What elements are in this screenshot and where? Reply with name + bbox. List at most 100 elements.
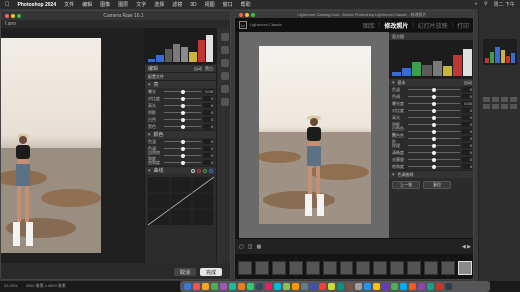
filmstrip-nav-icon[interactable]: ◀ ▶ — [462, 244, 471, 250]
lr-auto-button[interactable]: 自动 — [464, 80, 472, 86]
lr-slider-track[interactable] — [408, 143, 460, 148]
adjust-icon[interactable] — [492, 104, 499, 109]
dock-app-icon[interactable] — [211, 283, 218, 290]
compare-view-icon[interactable]: ◫ — [248, 244, 253, 250]
filmstrip-thumbnail[interactable] — [271, 260, 286, 275]
acr-basic-slider-knob[interactable] — [180, 110, 185, 115]
menu-type[interactable]: 文字 — [136, 1, 146, 8]
acr-basic-slider-knob[interactable] — [180, 124, 185, 129]
menu-3d[interactable]: 3D — [190, 2, 196, 8]
acr-basic-slider-track[interactable] — [164, 96, 201, 101]
curve-section-header[interactable]: ▾ 曲线 — [145, 166, 216, 174]
menu-window[interactable]: 窗口 — [223, 1, 233, 8]
adjust-icon[interactable] — [483, 97, 490, 102]
lr-slider-knob[interactable] — [432, 115, 436, 120]
acr-color-slider-track[interactable] — [164, 160, 201, 165]
menu-file[interactable]: 文件 — [64, 1, 74, 8]
dock-app-icon[interactable] — [319, 283, 326, 290]
lr-slider-track[interactable] — [408, 94, 460, 99]
menu-filter[interactable]: 滤镜 — [172, 1, 182, 8]
dock-app-icon[interactable] — [193, 283, 200, 290]
dock-app-icon[interactable] — [301, 283, 308, 290]
acr-color-slider-value[interactable]: 0 — [203, 146, 213, 151]
dock-app-icon[interactable] — [265, 283, 272, 290]
acr-basic-slider-track[interactable] — [164, 124, 201, 129]
adjust-icon[interactable] — [492, 97, 499, 102]
adjust-icon[interactable] — [510, 104, 517, 109]
dock-app-icon[interactable] — [256, 283, 263, 290]
acr-basic-slider-row[interactable]: 白色 0 — [145, 116, 216, 123]
adjust-icon[interactable] — [510, 97, 517, 102]
filmstrip-thumbnail[interactable] — [238, 260, 252, 275]
lr-slider-knob[interactable] — [432, 150, 436, 155]
dock-app-icon[interactable] — [328, 283, 335, 290]
menu-view[interactable]: 视图 — [205, 1, 215, 8]
lr-basic-header[interactable]: ▾ 基本 自动 — [389, 78, 473, 86]
menu-select[interactable]: 选择 — [154, 1, 164, 8]
acr-basic-slider-row[interactable]: 对比度 0 — [145, 95, 216, 102]
dock-app-icon[interactable] — [238, 283, 245, 290]
adjust-icon[interactable] — [483, 104, 490, 109]
lr-slider-knob[interactable] — [432, 136, 436, 141]
acr-color-slider-knob[interactable] — [180, 139, 185, 144]
loupe-view-icon[interactable]: ▢ — [239, 244, 244, 250]
lr-slider-track[interactable] — [408, 122, 460, 127]
wifi-icon[interactable]: ◐ — [475, 1, 478, 8]
reset-button[interactable]: 复位 — [423, 181, 451, 189]
module-library[interactable]: 图库 — [363, 21, 375, 30]
dock-app-icon[interactable] — [400, 283, 407, 290]
dock-app-icon[interactable] — [229, 283, 236, 290]
filmstrip-thumbnail[interactable] — [305, 260, 320, 275]
lr-slider-value[interactable]: 0 — [462, 122, 472, 127]
lr-slider-knob[interactable] — [432, 157, 436, 162]
lr-slider-knob[interactable] — [432, 143, 436, 148]
camera-raw-preview[interactable] — [1, 28, 144, 263]
acr-basic-slider-knob[interactable] — [180, 103, 185, 108]
red-channel-icon[interactable] — [197, 168, 201, 173]
lr-slider-value[interactable]: 0 — [462, 129, 472, 134]
mask-tool-icon[interactable] — [220, 72, 229, 80]
done-button[interactable]: 完成 — [199, 268, 222, 276]
tone-curve[interactable] — [147, 176, 215, 226]
filmstrip-thumbnail[interactable] — [356, 260, 371, 275]
presets-tool-icon[interactable] — [220, 98, 229, 106]
acr-basic-slider-track[interactable] — [164, 110, 201, 115]
filmstrip-thumbnail[interactable] — [390, 260, 405, 275]
clock[interactable]: 周二 下午 — [494, 1, 515, 8]
dock-app-icon[interactable] — [445, 283, 452, 290]
redeye-tool-icon[interactable] — [220, 85, 229, 93]
lr-slider-knob[interactable] — [432, 164, 436, 169]
acr-color-slider-value[interactable]: 0 — [203, 153, 213, 158]
acr-basic-slider-knob[interactable] — [180, 117, 185, 122]
minimize-icon[interactable] — [245, 12, 249, 17]
lr-slider-row[interactable]: 黑色色阶 0 — [389, 133, 473, 144]
dock-app-icon[interactable] — [283, 283, 290, 290]
lr-slider-value[interactable]: 0 — [462, 164, 472, 169]
lr-slider-value[interactable]: 0 — [462, 150, 472, 155]
cancel-button[interactable]: 取消 — [173, 268, 196, 276]
module-develop[interactable]: 修改照片 — [384, 21, 408, 30]
acr-basic-slider-knob[interactable] — [180, 89, 185, 94]
lr-slider-row[interactable]: 色调 0 — [389, 93, 473, 100]
basic-section-header[interactable]: ▾ 亮 — [145, 80, 216, 88]
module-slideshow[interactable]: 幻灯片放映 — [418, 21, 448, 30]
filmstrip-thumbnail[interactable] — [457, 260, 472, 275]
lr-slider-row[interactable]: 清晰度 0 — [389, 149, 473, 156]
acr-basic-slider-track[interactable] — [164, 89, 201, 94]
dock-app-icon[interactable] — [418, 283, 425, 290]
bw-button[interactable]: 黑白 — [205, 66, 213, 72]
acr-color-slider-row[interactable]: 自然饱和度 0 — [145, 150, 216, 161]
acr-basic-slider-track[interactable] — [164, 117, 201, 122]
lr-slider-knob[interactable] — [432, 108, 436, 113]
lr-slider-track[interactable] — [408, 164, 460, 169]
green-channel-icon[interactable] — [203, 168, 207, 173]
menu-edit[interactable]: 编辑 — [82, 1, 92, 8]
adjust-icon[interactable] — [501, 97, 508, 102]
dock-app-icon[interactable] — [364, 283, 371, 290]
lr-slider-value[interactable]: 0 — [462, 108, 472, 113]
acr-color-slider-knob[interactable] — [180, 146, 185, 151]
filmstrip-thumbnail[interactable] — [373, 260, 388, 275]
edit-header[interactable]: 编辑 自动 黑白 — [145, 64, 216, 72]
menu-image[interactable]: 图像 — [100, 1, 110, 8]
lr-slider-value[interactable]: 0.00 — [462, 101, 472, 106]
